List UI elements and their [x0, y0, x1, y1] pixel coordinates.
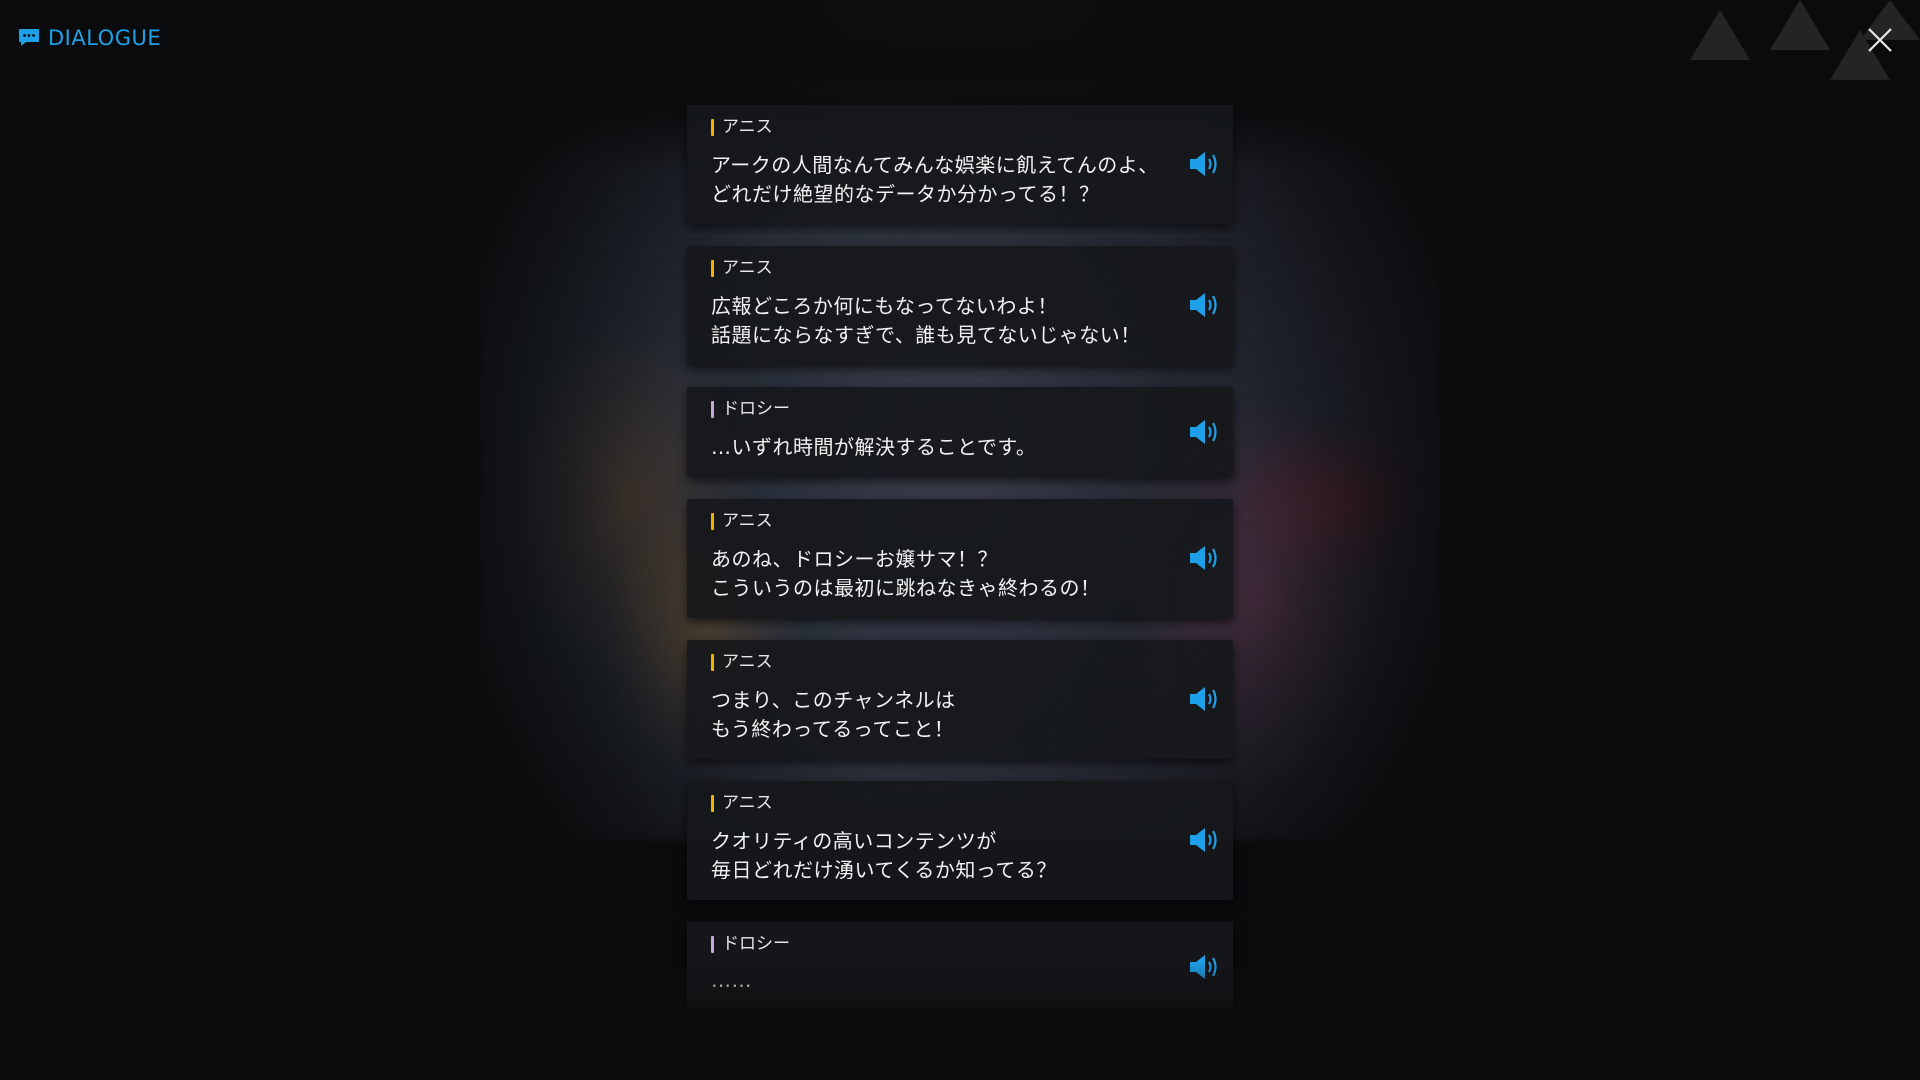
speaker-name: アニス — [722, 652, 773, 672]
speaker-tag: ドロシー — [711, 399, 790, 419]
close-icon — [1868, 28, 1892, 52]
dialogue-line: こういうのは最初に跳ねなきゃ終わるの！ — [711, 576, 1101, 600]
speaker-volume-icon — [1190, 293, 1217, 317]
dialogue-entry: アニス つまり、このチャンネルは もう終わってるってこと！ — [687, 640, 1233, 759]
speaker-tag: アニス — [711, 652, 773, 672]
speaker-volume-icon — [1190, 420, 1217, 444]
play-voice-button[interactable] — [1188, 826, 1222, 854]
speaker-tag: アニス — [711, 258, 773, 278]
dialogue-line: …いずれ時間が解決することです。 — [711, 435, 1037, 459]
speaker-name: アニス — [722, 117, 773, 137]
dialogue-line: アークの人間なんてみんな娯楽に飢えてんのよ、 — [711, 153, 1159, 177]
speaker-tag: アニス — [711, 511, 773, 531]
dialogue-line: つまり、このチャンネルは — [711, 688, 956, 712]
speaker-marker — [711, 653, 714, 671]
speaker-tag: アニス — [711, 793, 773, 813]
close-button[interactable] — [1864, 24, 1896, 56]
play-voice-button[interactable] — [1188, 544, 1222, 572]
play-voice-button[interactable] — [1188, 685, 1222, 713]
dialogue-line: あのね、ドロシーお嬢サマ！？ — [711, 547, 998, 571]
speaker-volume-icon — [1190, 546, 1217, 570]
speaker-volume-icon — [1190, 687, 1217, 711]
dialogue-entry: アニス クオリティの高いコンテンツが 毎日どれだけ湧いてくるか知ってる？ — [687, 781, 1233, 900]
speaker-volume-icon — [1190, 828, 1217, 852]
speaker-name: ドロシー — [722, 399, 790, 419]
page-title: DIALOGUE — [48, 26, 162, 50]
speaker-marker — [711, 118, 714, 136]
speaker-marker — [711, 794, 714, 812]
dialogue-entry: ドロシー …いずれ時間が解決することです。 — [687, 387, 1233, 477]
play-voice-button[interactable] — [1188, 291, 1222, 319]
bottom-fade — [0, 960, 1920, 1080]
speaker-marker — [711, 259, 714, 277]
speaker-tag: アニス — [711, 117, 773, 137]
speaker-marker — [711, 400, 714, 418]
dialogue-line: もう終わってるってこと！ — [711, 717, 955, 741]
dialogue-line: 広報どころか何にもなってないわよ！ — [711, 294, 1058, 318]
speaker-name: アニス — [722, 258, 773, 278]
dialogue-line: 話題にならなすぎで、誰も見てないじゃない！ — [711, 323, 1141, 347]
speaker-name: ドロシー — [722, 934, 790, 954]
speaker-volume-icon — [1190, 152, 1217, 176]
speaker-name: アニス — [722, 511, 773, 531]
dialogue-line: クオリティの高いコンテンツが — [711, 829, 997, 853]
title-group: DIALOGUE — [18, 26, 161, 50]
speaker-name: アニス — [722, 793, 773, 813]
dialogue-entry: アニス アークの人間なんてみんな娯楽に飢えてんのよ、 どれだけ絶望的なデータか分… — [687, 105, 1233, 224]
top-bar: DIALOGUE — [0, 0, 1920, 80]
speaker-marker — [711, 512, 714, 530]
dialogue-line: どれだけ絶望的なデータか分かってる！？ — [711, 182, 1100, 206]
dialogue-line: 毎日どれだけ湧いてくるか知ってる？ — [711, 858, 1057, 882]
dialogue-entry: アニス 広報どころか何にもなってないわよ！ 話題にならなすぎで、誰も見てないじゃ… — [687, 246, 1233, 365]
speaker-marker — [711, 935, 714, 953]
speaker-tag: ドロシー — [711, 934, 790, 954]
dialogue-log-screen: DIALOGUE アニス アークの人間なんてみんな娯楽に飢えてんのよ、 どれだけ… — [0, 0, 1920, 1080]
play-voice-button[interactable] — [1188, 418, 1222, 446]
dialogue-entry: アニス あのね、ドロシーお嬢サマ！？ こういうのは最初に跳ねなきゃ終わるの！ — [687, 499, 1233, 618]
play-voice-button[interactable] — [1188, 150, 1222, 178]
chat-bubble-icon — [18, 28, 40, 48]
